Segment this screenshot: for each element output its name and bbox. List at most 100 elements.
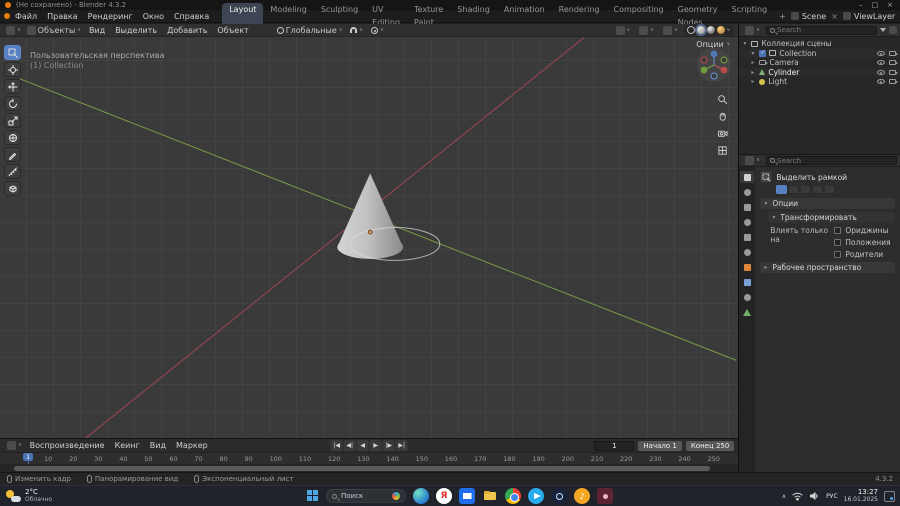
origins-checkbox[interactable] <box>834 227 842 234</box>
steam-icon[interactable] <box>551 488 567 504</box>
scale-tool[interactable] <box>4 113 21 128</box>
snap-toggle[interactable]: ∨ <box>347 27 366 33</box>
tab-world[interactable] <box>740 246 754 258</box>
transport-button[interactable]: ▶ <box>369 440 382 451</box>
notification-center-icon[interactable] <box>884 490 895 502</box>
tab-object[interactable] <box>740 261 754 273</box>
annotate-tool[interactable] <box>4 147 21 162</box>
transport-button[interactable]: ▶| <box>395 440 408 451</box>
properties-editor-dropdown[interactable]: ∨ <box>742 156 763 165</box>
editor-type-dropdown[interactable]: ∨ <box>3 25 24 35</box>
tab-render[interactable] <box>740 186 754 198</box>
viewport-menu-item[interactable]: Вид <box>84 24 110 37</box>
add-cube-tool[interactable] <box>4 181 21 196</box>
tab-physics[interactable] <box>740 291 754 303</box>
outliner-row-light[interactable]: ▸ Light <box>739 77 900 87</box>
edge-icon[interactable] <box>413 488 429 504</box>
tab-tool[interactable] <box>740 171 755 183</box>
new-collection-button[interactable] <box>889 26 897 34</box>
viewport-menu-item[interactable]: Добавить <box>162 24 212 37</box>
select-mode-invert[interactable] <box>812 185 824 194</box>
filter-icon[interactable] <box>880 28 886 32</box>
outliner-row-collection[interactable]: ▾ ✓ Collection <box>739 48 900 58</box>
hide-in-viewport-icon[interactable] <box>877 79 885 85</box>
transform-tool[interactable] <box>4 130 21 145</box>
mail-icon[interactable] <box>459 488 475 504</box>
navigation-gizmo[interactable] <box>696 47 732 85</box>
options-panel-header[interactable]: ▾ Опции <box>760 198 895 209</box>
app-icon[interactable] <box>597 488 613 504</box>
frame-start-field[interactable]: Начало 1 <box>638 440 682 451</box>
expand-icon[interactable]: ▸ <box>751 59 756 66</box>
disable-in-render-icon[interactable] <box>889 60 898 66</box>
add-workspace-button[interactable]: + <box>774 10 791 23</box>
scene-selector[interactable]: Scene <box>802 12 826 21</box>
wifi-icon[interactable] <box>792 491 803 501</box>
outliner-row-cylinder[interactable]: ▸ Cylinder <box>739 67 900 77</box>
pan-hand-icon[interactable] <box>716 110 729 123</box>
menu-item[interactable]: Справка <box>169 10 214 23</box>
measure-tool[interactable] <box>4 164 21 179</box>
timeline-scroll-thumb[interactable] <box>14 466 711 471</box>
workspace-panel-header[interactable]: ▸ Рабочее пространство <box>760 262 895 273</box>
tab-object-data[interactable] <box>740 306 754 318</box>
outliner-row-camera[interactable]: ▸ Camera <box>739 58 900 68</box>
select-mode-intersect[interactable] <box>824 185 836 194</box>
show-overlays-dropdown[interactable]: ∨ <box>660 25 681 35</box>
viewport-menu-item[interactable]: Выделить <box>110 24 162 37</box>
rotate-tool[interactable] <box>4 96 21 111</box>
tab-output[interactable] <box>740 201 754 213</box>
select-box-tool[interactable] <box>4 45 21 60</box>
hide-in-viewport-icon[interactable] <box>877 60 885 66</box>
disable-in-render-icon[interactable] <box>889 50 898 56</box>
proportional-edit-toggle[interactable]: ∨ <box>368 26 387 34</box>
timeline-ruler[interactable]: 10 20 30 40 50 60 70 80 90 100 110 120 130 140 150 160 1… <box>0 452 739 465</box>
scene-unlink-icon[interactable]: × <box>829 12 840 21</box>
cursor-tool[interactable] <box>4 62 21 77</box>
volume-icon[interactable] <box>809 491 820 501</box>
zoom-icon[interactable] <box>716 93 729 106</box>
transport-button[interactable]: ◀ <box>356 440 369 451</box>
taskbar-search[interactable]: Поиск <box>326 489 406 503</box>
disable-in-render-icon[interactable] <box>889 69 898 75</box>
timeline-scrollbar[interactable] <box>0 464 739 472</box>
ortho-toggle-icon[interactable] <box>716 144 729 157</box>
menu-item[interactable]: Правка <box>42 10 82 23</box>
shading-material-button[interactable] <box>706 26 715 34</box>
select-mode-new[interactable] <box>776 185 788 194</box>
collection-checkbox[interactable]: ✓ <box>759 49 767 57</box>
menu-item[interactable]: Окно <box>138 10 169 23</box>
language-indicator[interactable]: РУС <box>826 493 837 500</box>
explorer-ic on[interactable] <box>482 488 498 504</box>
close-button[interactable]: × <box>887 1 893 9</box>
hide-in-viewport-icon[interactable] <box>877 50 885 56</box>
tab-modifiers[interactable] <box>740 276 754 288</box>
select-mode-extend[interactable] <box>788 185 800 194</box>
expand-icon[interactable]: ▾ <box>743 40 748 47</box>
show-gizmo-dropdown[interactable]: ∨ <box>636 25 657 35</box>
timeline-menu-item[interactable]: Вид <box>145 439 171 452</box>
selectability-dropdown[interactable]: ∨ <box>613 25 634 35</box>
music-icon[interactable]: ♪ <box>574 488 590 504</box>
active-tool-row[interactable]: Выделить рамкой <box>760 171 895 183</box>
locations-checkbox[interactable] <box>834 239 842 246</box>
properties-search[interactable] <box>766 156 897 165</box>
minimize-button[interactable]: – <box>859 1 863 9</box>
transport-button[interactable]: |◀ <box>330 440 343 451</box>
menu-item[interactable]: Файл <box>10 10 42 23</box>
current-frame-field[interactable]: 1 <box>594 440 635 451</box>
tab-scene[interactable] <box>740 231 754 243</box>
tab-view-layer[interactable] <box>740 216 754 228</box>
shading-wireframe-button[interactable] <box>686 26 695 34</box>
start-button[interactable] <box>307 490 319 502</box>
viewport-menu-item[interactable]: Объект <box>212 24 253 37</box>
shading-rendered-button[interactable] <box>716 26 725 34</box>
outliner-search-input[interactable] <box>777 26 873 34</box>
expand-icon[interactable]: ▸ <box>751 69 756 76</box>
scene-collection-row[interactable]: ▾ Коллекция сцены <box>739 39 900 49</box>
timeline-menu-item[interactable]: Воспроизведение <box>25 439 110 452</box>
maximize-button[interactable]: □ <box>872 1 879 9</box>
menu-item[interactable]: Рендеринг <box>83 10 138 23</box>
expand-icon[interactable]: ▾ <box>751 50 756 57</box>
shading-solid-button[interactable] <box>696 26 705 34</box>
